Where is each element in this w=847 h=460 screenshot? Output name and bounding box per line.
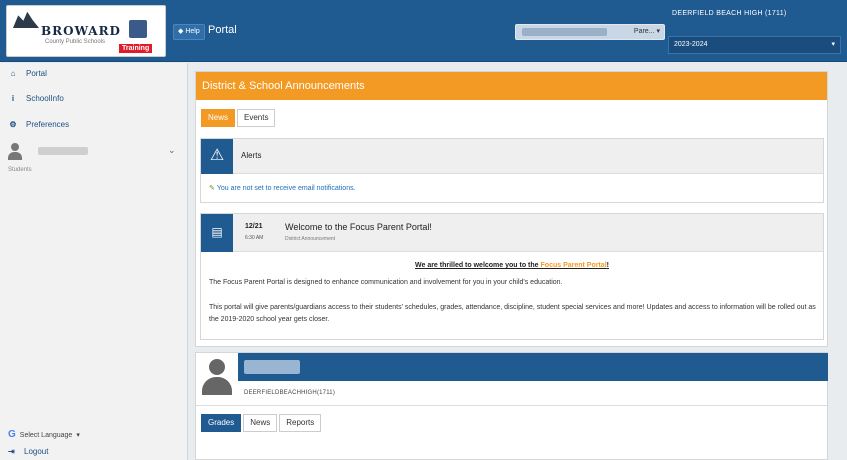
logout-link[interactable]: ⇥ Logout <box>8 446 48 458</box>
newspaper-icon: ▤ <box>201 214 233 252</box>
tab-news[interactable]: News <box>201 109 236 127</box>
student-search-input[interactable]: Pare... ▾ <box>515 24 665 40</box>
email-notification-text: You are not set to receive email notific… <box>216 185 356 192</box>
announcement-paragraph: The Focus Parent Portal is designed to e… <box>209 279 563 286</box>
school-name-select[interactable]: DEERFIELD BEACH HIGH (1711) <box>672 10 787 17</box>
redacted-text <box>522 28 607 36</box>
tab-events[interactable]: Events <box>237 109 276 127</box>
alerts-card: ⚠ Alerts ✎ You are not set to receive ema… <box>200 138 824 203</box>
search-type-select[interactable]: Pare... ▾ <box>634 27 660 35</box>
warning-icon: ⚠ <box>201 139 233 174</box>
school-year-select[interactable]: 2023-2024 ▾ <box>668 36 841 54</box>
divider <box>196 405 827 406</box>
tab-news[interactable]: News <box>243 414 278 432</box>
welcome-banner: We are thrilled to welcome you to the Fo… <box>201 262 823 269</box>
welcome-announcement: ▤ 12/21 6:30 AM Welcome to the Focus Par… <box>200 213 824 340</box>
tab-grades[interactable]: Grades <box>201 414 242 432</box>
sidebar-item-preferences[interactable]: ⚙ Preferences <box>8 118 69 132</box>
logo-text: BROWARD <box>41 24 121 38</box>
pencil-icon: ✎ <box>209 185 215 192</box>
user-menu[interactable]: ⌄ Students <box>8 143 180 175</box>
banner-prefix: We are thrilled to welcome you to the <box>415 262 541 269</box>
chevron-down-icon: ▾ <box>76 432 80 439</box>
user-role: Students <box>8 167 32 173</box>
logout-label: Logout <box>24 447 49 456</box>
language-label: Select Language <box>19 432 73 439</box>
page-title: Portal <box>208 24 237 36</box>
district-logo[interactable]: BROWARD County Public Schools Training <box>6 5 166 57</box>
announcements-panel: District & School Announcements News Even… <box>195 71 828 347</box>
info-icon: i <box>11 94 15 103</box>
alerts-header: ⚠ Alerts <box>201 139 823 174</box>
home-icon: ⌂ <box>10 69 16 78</box>
chevron-down-icon: ▾ <box>831 41 835 48</box>
logo-subtitle: County Public Schools <box>45 39 106 45</box>
sidebar-item-label: Portal <box>26 69 47 78</box>
school-year-value: 2023-2024 <box>674 41 708 48</box>
sidebar-item-schoolinfo[interactable]: i SchoolInfo <box>8 92 64 106</box>
logo-mountain-icon <box>13 11 39 28</box>
welcome-header: ▤ 12/21 6:30 AM Welcome to the Focus Par… <box>201 214 823 252</box>
avatar <box>202 359 232 399</box>
announcement-time: 6:30 AM <box>245 235 264 241</box>
banner-suffix: ! <box>606 262 609 269</box>
redacted-user-name <box>38 147 88 155</box>
focus-parent-portal-link[interactable]: Focus Parent Portal <box>541 262 607 269</box>
student-school-id: DEERFIELDBEACHHIGH(1711) <box>244 390 336 396</box>
student-panel: DEERFIELDBEACHHIGH(1711) Grades News Repor… <box>195 352 828 460</box>
announcement-title: Welcome to the Focus Parent Portal! <box>285 222 432 232</box>
student-tabs: Grades News Reports <box>201 414 323 432</box>
sidebar: ⌂ Portal i SchoolInfo ⚙ Preferences ⌄ Stude… <box>0 63 188 460</box>
tab-reports[interactable]: Reports <box>279 414 322 432</box>
announcement-tabs: News Events <box>201 109 277 127</box>
gear-icon: ⚙ <box>9 120 17 129</box>
school-selector: DEERFIELD BEACH HIGH (1711) 2023-2024 ▾ <box>668 6 843 56</box>
top-bar: BROWARD County Public Schools Training ◆… <box>0 0 847 62</box>
logout-icon: ⇥ <box>8 447 15 456</box>
sidebar-item-label: SchoolInfo <box>26 94 64 103</box>
chevron-down-icon[interactable]: ⌄ <box>168 145 176 156</box>
announcements-header: District & School Announcements <box>196 72 827 100</box>
sidebar-item-portal[interactable]: ⌂ Portal <box>8 67 47 81</box>
training-badge: Training <box>119 44 153 53</box>
alerts-title: Alerts <box>241 151 262 160</box>
announcement-source: District Announcement <box>285 236 336 242</box>
sidebar-item-label: Preferences <box>26 120 70 129</box>
announcement-date: 12/21 <box>245 223 263 230</box>
school-building-icon <box>129 20 147 38</box>
email-notification-link[interactable]: ✎ You are not set to receive email notifi… <box>209 184 356 192</box>
google-icon: G <box>8 429 16 440</box>
language-select[interactable]: G Select Language ▾ <box>8 428 80 444</box>
help-button[interactable]: ◆ Help <box>173 24 205 40</box>
redacted-student-name <box>244 360 300 374</box>
avatar <box>8 143 22 161</box>
student-header <box>238 353 828 381</box>
announcement-paragraph: This portal will give parents/guardians … <box>209 304 816 323</box>
